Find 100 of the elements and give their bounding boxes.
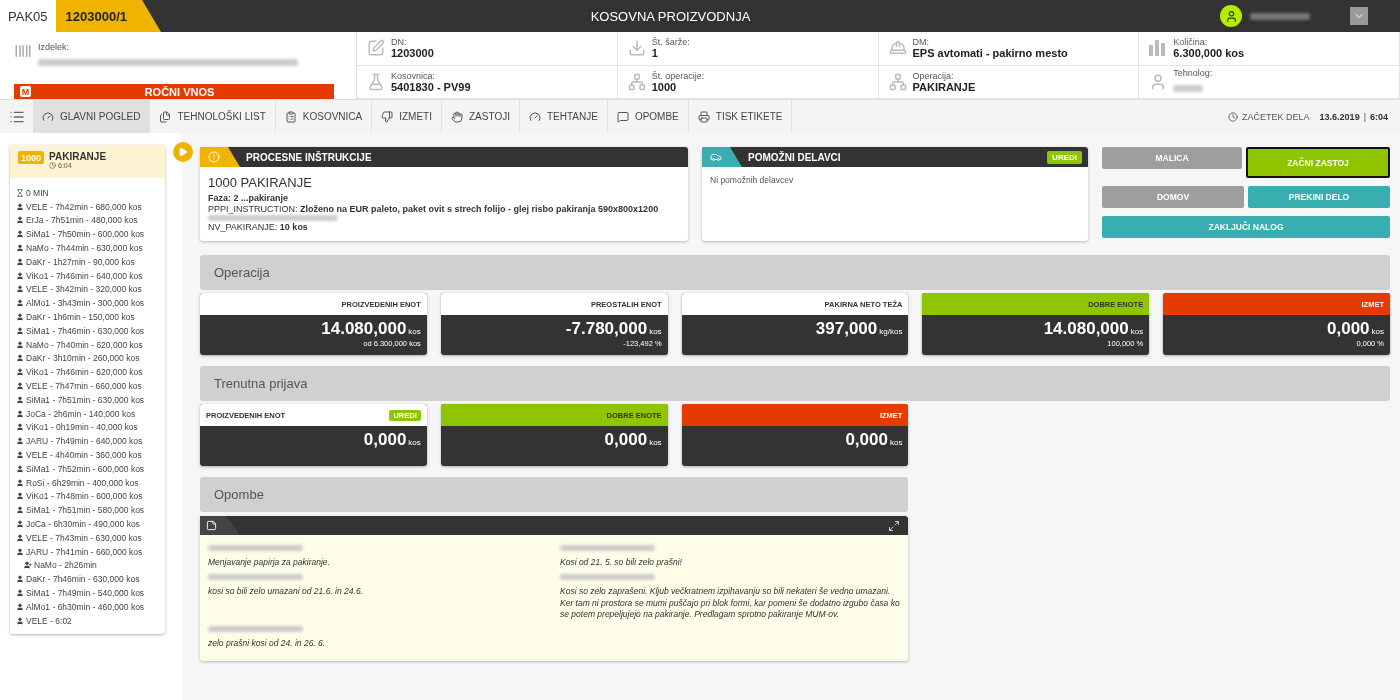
tile-unit: kos (408, 438, 421, 447)
info-value: 6.300,000 kos (1173, 47, 1245, 60)
dropdown-button[interactable] (1350, 7, 1368, 25)
start-label: ZAČETEK DELA (1242, 111, 1310, 122)
app-title: KOSOVNA PROIZVODNJA (589, 8, 752, 24)
edit-icon (367, 39, 385, 58)
user-icon (16, 354, 24, 363)
info-value: 5401830 - PV99 (391, 80, 471, 93)
info-label: Količina: (1173, 37, 1209, 48)
worker-entry: AlMo1 - 3h43min - 300,000 kos (26, 298, 145, 309)
user-icon (16, 395, 24, 404)
info-label: Št. operacije: (651, 70, 705, 81)
user-icon (16, 368, 24, 377)
document-icon (159, 110, 172, 123)
user-icon (16, 244, 24, 253)
instruction-line: Faza: 2 ...pakiranje (208, 193, 290, 203)
user-icon (16, 464, 24, 473)
worker-entry: DaKr - 1h27min - 90,000 kos (26, 256, 135, 267)
worker-entry: VELE - 6:02 (26, 615, 72, 626)
worker-entry: SiMa1 - 7h51min - 580,000 kos (26, 505, 145, 516)
tile-value: -7.780,000 (565, 319, 648, 339)
user-icon (16, 547, 24, 556)
worker-entry: VELE - 7h43min - 630,000 kos (26, 532, 142, 543)
info-value: 1203000 (391, 47, 434, 60)
hand-icon (451, 110, 463, 123)
worker-entry: DaKr - 3h10min - 260,000 kos (26, 353, 140, 364)
print-icon (697, 110, 710, 123)
info-label: Operacija: (912, 70, 955, 81)
order-number: 1203000/1 (55, 0, 161, 32)
expand-icon[interactable] (888, 519, 900, 532)
user-icon[interactable] (1220, 5, 1242, 27)
panel-title: POMOŽNI DELAVCI (748, 151, 842, 163)
nav-tab[interactable]: GLAVNI POGLED (33, 100, 151, 133)
user-icon (16, 616, 24, 625)
download-icon (627, 39, 646, 58)
bars-icon (1149, 40, 1168, 57)
worker-entry: ViKo1 - 7h46min - 620,000 kos (26, 367, 143, 378)
worker-entry: ViKo1 - 7h48min - 600,000 kos (26, 491, 143, 502)
info-value: 1000 (651, 80, 677, 93)
info-label: Tehnolog: (1173, 67, 1213, 78)
worker-entry: AlMo1 - 6h30min - 460,000 kos (26, 601, 145, 612)
tile-unit: kg/kos (879, 327, 903, 336)
info-value: PAKIRANJE (912, 80, 976, 93)
play-button[interactable] (173, 142, 193, 162)
worker-entry: JoCa - 2h6min - 140,000 kos (26, 408, 136, 419)
user-plus-icon (24, 561, 32, 570)
note-text: Kosi od 21. 5. so bili zelo prašni! (560, 557, 683, 569)
manual-entry-button[interactable]: M ROČNI VNOS (14, 84, 334, 99)
worker-entry: VELE - 7h47min - 660,000 kos (26, 381, 142, 392)
alert-icon (208, 151, 220, 163)
user-icon (16, 216, 24, 225)
empty-message: Ni pomožnih delavcev (710, 175, 795, 185)
panel-title: PROCESNE INŠTRUKCIJE (246, 151, 373, 163)
user-icon (16, 602, 24, 611)
tile-unit: kos (408, 327, 421, 336)
section-title: Opombe (214, 487, 264, 502)
worker-entry: SiMa1 - 7h46min - 630,000 kos (26, 325, 145, 336)
section-title: Operacija (214, 265, 270, 280)
info-label: Izdelek: (38, 42, 71, 52)
note-text: zelo prašni kosi od 24. in 26. 6. (208, 637, 327, 650)
section-title: Trenutna prijava (214, 376, 308, 391)
instruction-heading: 1000 PAKIRANJE (208, 175, 313, 190)
info-label: DN: (391, 37, 408, 48)
note-icon (206, 520, 217, 531)
info-value: 1 (651, 47, 659, 60)
station-code: PAK05 (0, 0, 56, 32)
user-icon (16, 230, 24, 239)
barcode-icon (14, 42, 32, 60)
info-value: EPS avtomati - pakirno mesto (912, 47, 1068, 60)
tile-unit: kos (649, 327, 662, 336)
tile-unit: kos (1371, 327, 1384, 336)
gauge-icon (42, 110, 54, 123)
worker-entry: RoSi - 6h29min - 400,000 kos (26, 477, 139, 488)
user-icon (16, 492, 24, 501)
gauge-icon (528, 110, 541, 123)
blurred-value (1173, 84, 1204, 92)
worker-entry: VELE - 7h42min - 680,000 kos (26, 201, 142, 212)
start-date: 13.6.2019 (1319, 111, 1360, 122)
tile-value: 0,000 (1327, 319, 1370, 339)
separator-text: | (1363, 111, 1366, 122)
user-icon (16, 271, 24, 280)
car-icon (710, 151, 722, 163)
worker-entry: JoCa - 6h30min - 490,000 kos (26, 519, 140, 529)
idle-time: 0 MIN (26, 187, 49, 198)
tile-value: 14.080,000 (1043, 319, 1129, 339)
user-icon (16, 202, 24, 211)
start-time: 6:04 (1370, 111, 1388, 122)
user-icon (16, 299, 24, 308)
worker-entry: NaMo - 2h26min (34, 560, 97, 571)
user-icon (16, 313, 24, 322)
user-icon (16, 589, 24, 597)
worker-entry: SiMa1 - 7h52min - 600,000 kos (26, 463, 145, 474)
user-icon (16, 382, 24, 391)
tile-unit: kos (649, 438, 662, 447)
info-label: DM: (912, 37, 930, 48)
info-label: Kosovnica: (391, 70, 437, 81)
worker-entry: JARU - 7h49min - 640,000 kos (26, 436, 143, 447)
worker-entry: SiMa1 - 7h51min - 630,000 kos (26, 394, 145, 405)
operation-title: PAKIRANJE (49, 151, 107, 162)
play-icon (178, 147, 188, 157)
